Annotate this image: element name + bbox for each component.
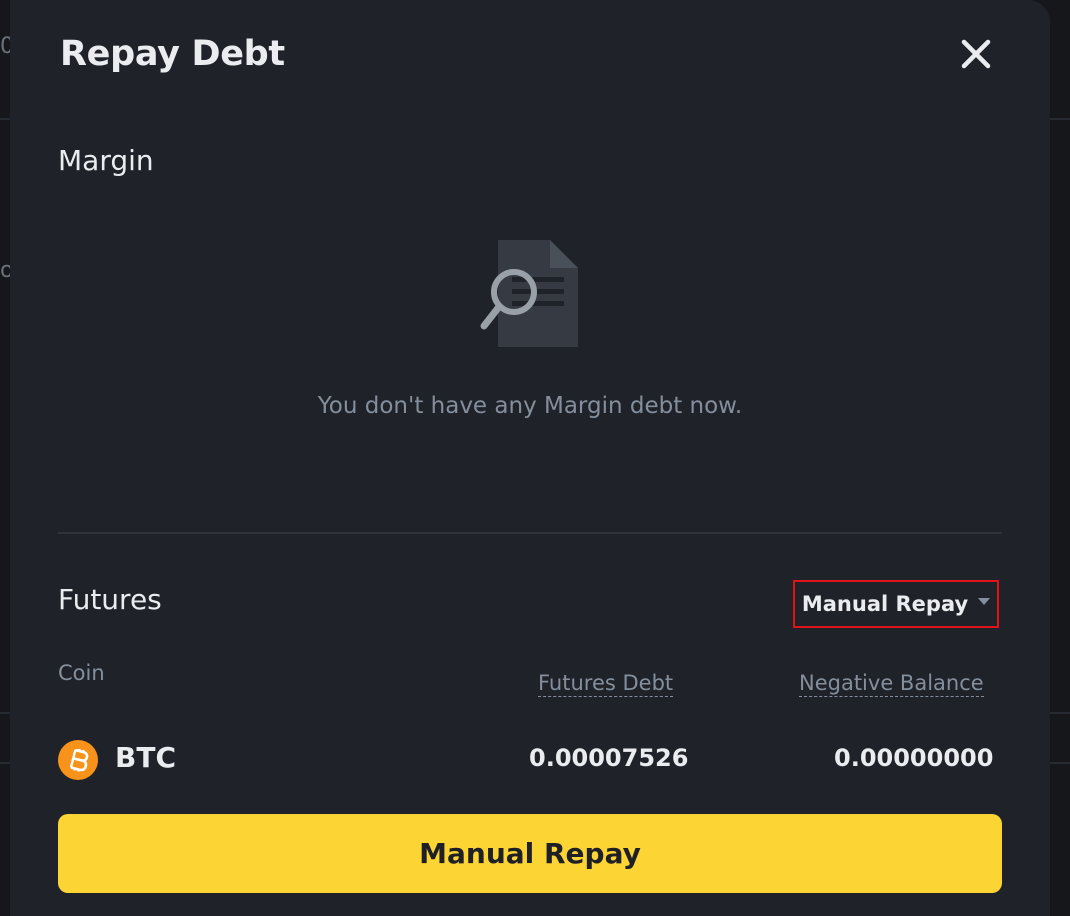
repay-mode-selected: Manual Repay: [801, 592, 969, 616]
futures-section-label: Futures: [58, 583, 162, 616]
background-divider: [1050, 762, 1070, 764]
section-divider: [58, 532, 1002, 534]
column-header-coin: Coin: [58, 661, 105, 685]
column-header-futures-debt[interactable]: Futures Debt: [538, 672, 674, 697]
empty-state-message: You don't have any Margin debt now.: [317, 393, 743, 419]
coin-name: BTC: [115, 741, 176, 774]
background-divider: [0, 118, 10, 120]
background-divider: [0, 762, 10, 764]
margin-section-label: Margin: [58, 144, 154, 177]
caret-down-icon: [978, 597, 991, 605]
background-divider: [1050, 118, 1070, 120]
manual-repay-button[interactable]: Manual Repay: [58, 814, 1002, 893]
background-divider: [0, 712, 10, 714]
close-button[interactable]: [956, 34, 996, 74]
repay-debt-modal: Repay Debt Margin You don't have any Mar…: [10, 0, 1050, 916]
document-search-icon: [468, 236, 584, 352]
repay-mode-dropdown[interactable]: Manual Repay: [793, 580, 999, 628]
negative-balance-value: 0.00000000: [834, 744, 994, 772]
column-header-negative-balance[interactable]: Negative Balance: [799, 672, 984, 697]
modal-title: Repay Debt: [60, 34, 285, 74]
futures-debt-value: 0.00007526: [529, 744, 689, 772]
background-divider: [1050, 712, 1070, 714]
bitcoin-icon: [58, 740, 98, 780]
close-icon: [961, 39, 991, 69]
